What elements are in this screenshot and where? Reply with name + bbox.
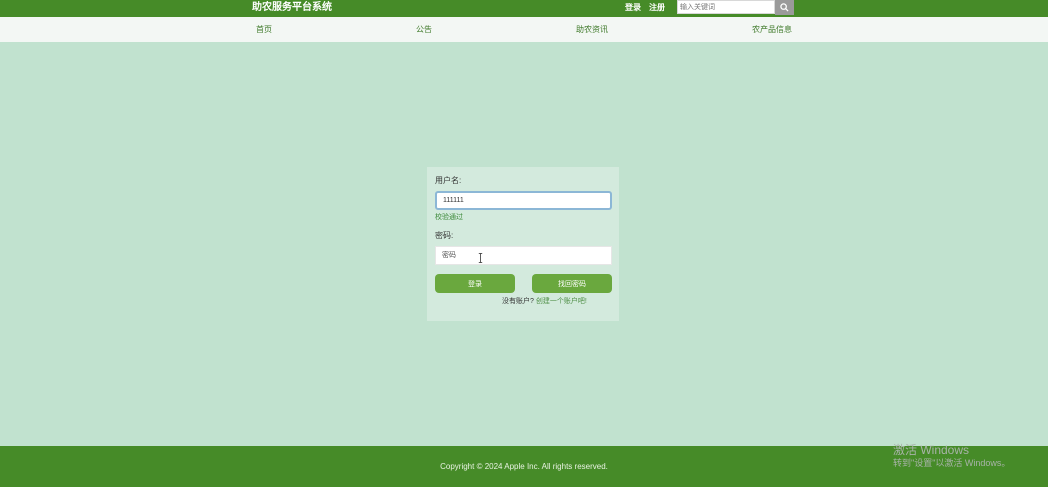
search-input[interactable]: [677, 0, 775, 14]
login-button[interactable]: 登录: [435, 274, 515, 293]
nav-item-news[interactable]: 助农资讯: [576, 25, 608, 35]
login-link[interactable]: 登录: [625, 2, 641, 14]
no-account-text: 没有账户?: [502, 298, 534, 305]
top-header-bar: 助农服务平台系统 登录 注册: [0, 0, 1048, 17]
login-form: 用户名: 校验通过 密码: 登录 找回密码 没有账户? 创建一个账户吧!: [427, 167, 619, 321]
search-icon: [780, 3, 789, 12]
create-account-link[interactable]: 创建一个账户吧!: [536, 298, 587, 305]
text-cursor-icon: [478, 253, 483, 263]
page-footer: Copyright © 2024 Apple Inc. All rights r…: [0, 446, 1048, 487]
username-input[interactable]: [435, 191, 612, 210]
windows-activation-title: 激活 Windows: [893, 443, 970, 457]
forgot-password-button[interactable]: 找回密码: [532, 274, 612, 293]
nav-item-products[interactable]: 农产品信息: [752, 25, 792, 35]
username-validation-hint: 校验通过: [435, 214, 463, 221]
nav-item-notices[interactable]: 公告: [416, 25, 432, 35]
password-label: 密码:: [435, 231, 454, 240]
site-brand: 助农服务平台系统: [252, 2, 332, 13]
copyright-text: Copyright © 2024 Apple Inc. All rights r…: [440, 462, 608, 471]
nav-item-home[interactable]: 首页: [256, 25, 272, 35]
search-button[interactable]: [775, 0, 794, 15]
password-input[interactable]: [435, 246, 612, 265]
register-prompt: 没有账户? 创建一个账户吧!: [502, 297, 587, 306]
username-label: 用户名:: [435, 176, 462, 185]
main-nav: 首页 公告 助农资讯 农产品信息: [0, 17, 1048, 42]
windows-activation-subtitle: 转到"设置"以激活 Windows。: [893, 458, 1011, 468]
register-link[interactable]: 注册: [649, 2, 665, 14]
